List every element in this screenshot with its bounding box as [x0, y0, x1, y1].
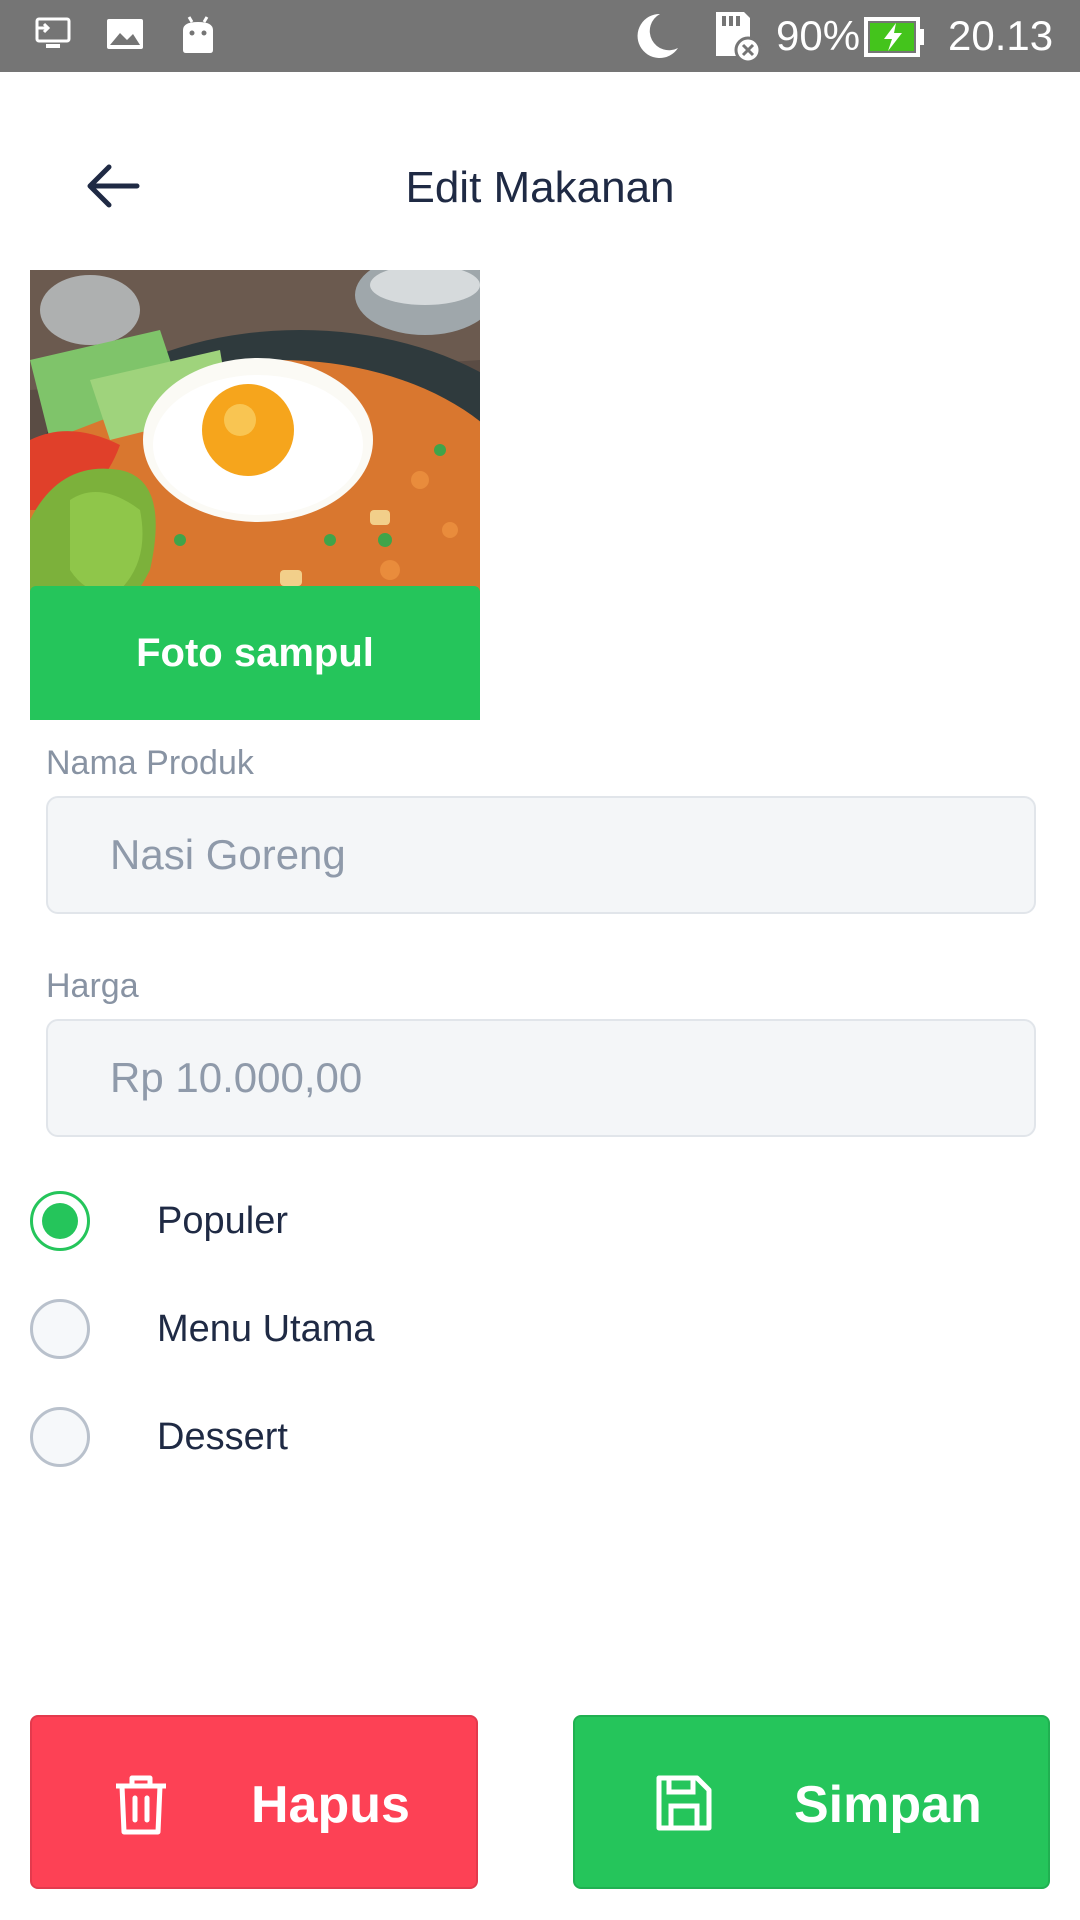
price-input[interactable]	[46, 1019, 1036, 1137]
radio-checked-icon	[30, 1191, 90, 1251]
delete-button[interactable]: Hapus	[30, 1715, 478, 1889]
category-option-label: Menu Utama	[157, 1307, 375, 1350]
sd-card-error-icon	[710, 10, 762, 69]
radio-unchecked-icon	[30, 1407, 90, 1467]
page-title: Edit Makanan	[405, 163, 675, 212]
delete-button-label: Hapus	[251, 1776, 410, 1834]
android-icon	[178, 14, 218, 61]
cover-photo-card: Foto sampul	[30, 270, 480, 720]
image-icon	[104, 14, 146, 59]
category-option-dessert[interactable]: Dessert	[30, 1405, 288, 1469]
status-bar: 90% 20.13	[0, 0, 1080, 72]
category-option-menu-utama[interactable]: Menu Utama	[30, 1297, 375, 1361]
save-button[interactable]: Simpan	[573, 1715, 1050, 1889]
battery-percent: 90%	[776, 12, 861, 59]
cover-photo-button[interactable]: Foto sampul	[30, 586, 480, 720]
battery-charging-icon	[864, 16, 926, 63]
category-option-label: Dessert	[157, 1415, 288, 1458]
screen-cast-icon	[34, 14, 74, 59]
clock: 20.13	[948, 12, 1054, 59]
category-option-populer[interactable]: Populer	[30, 1189, 288, 1253]
product-name-input[interactable]	[46, 796, 1036, 914]
product-name-label: Nama Produk	[46, 744, 254, 782]
radio-unchecked-icon	[30, 1299, 90, 1359]
trash-icon	[116, 1775, 166, 1835]
moon-icon	[630, 10, 682, 67]
floppy-disk-icon	[656, 1775, 712, 1831]
cover-photo-button-label: Foto sampul	[136, 630, 374, 675]
category-option-label: Populer	[157, 1199, 288, 1242]
price-label: Harga	[46, 967, 139, 1005]
save-button-label: Simpan	[794, 1776, 982, 1834]
